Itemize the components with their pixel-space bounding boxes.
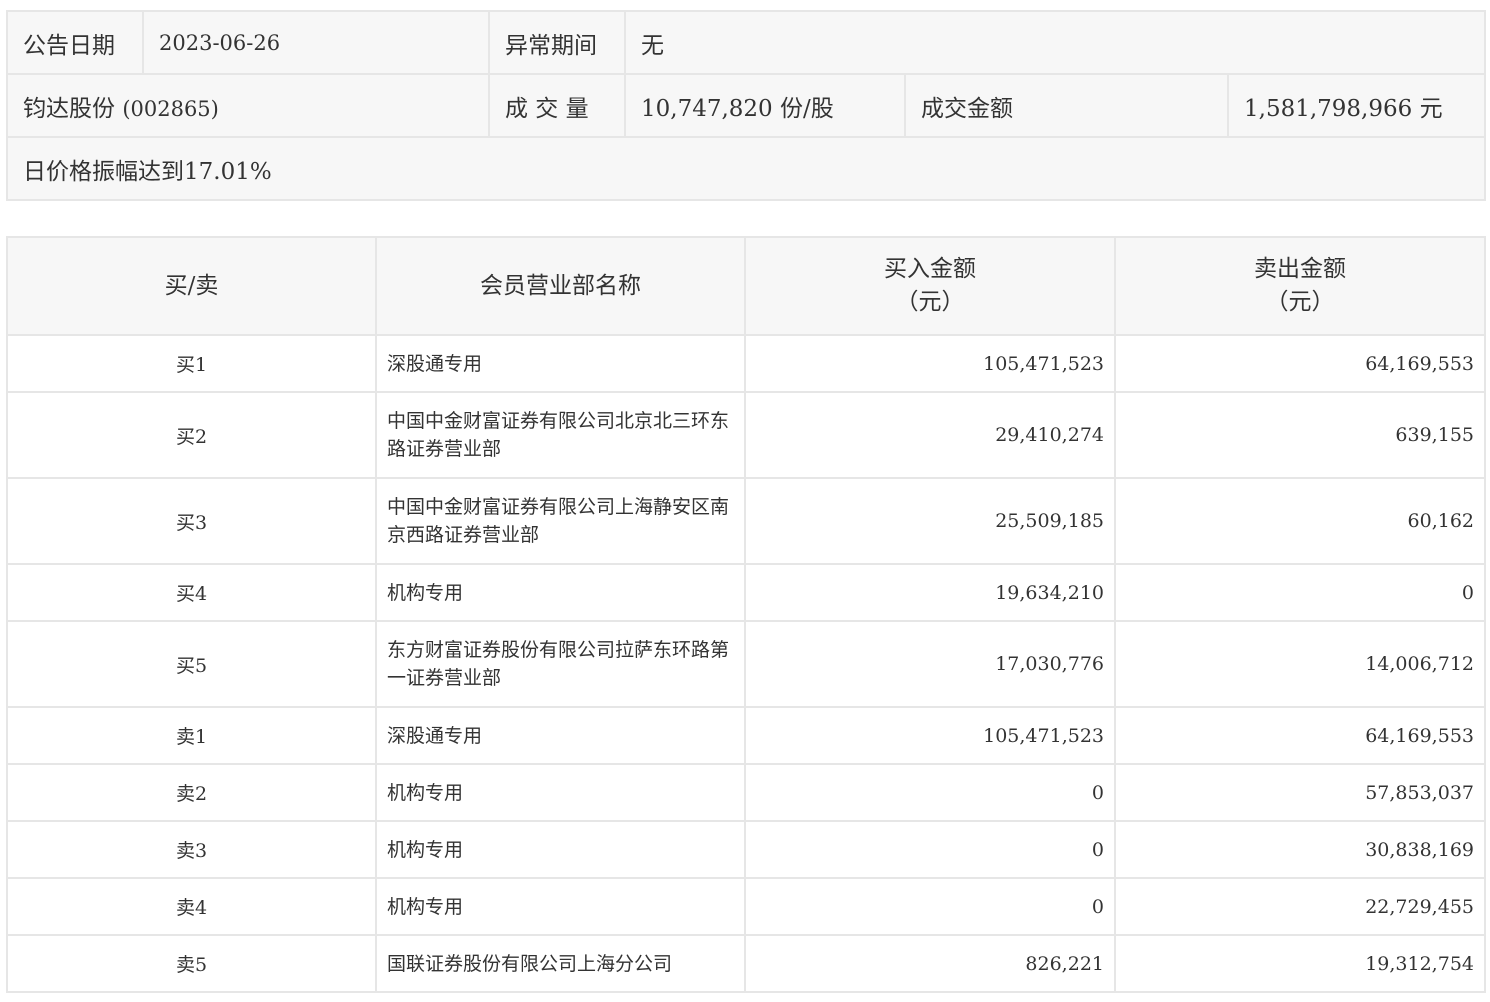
row-side: 卖1	[6, 706, 377, 765]
row-side: 买3	[6, 477, 377, 565]
table-row: 买3 中国中金财富证券有限公司上海静安区南京西路证券营业部 25,509,185…	[6, 477, 1486, 565]
volume-label: 成 交 量	[488, 73, 626, 138]
header-buy-line2: （元）	[895, 289, 965, 315]
header-side: 买/卖	[6, 236, 377, 336]
row-branch: 机构专用	[375, 820, 746, 879]
row-branch: 国联证券股份有限公司上海分公司	[375, 934, 746, 993]
abnormal-period-value: 无	[623, 10, 1487, 75]
table-row: 买4 机构专用 19,634,210 0	[6, 563, 1486, 622]
table-row: 卖5 国联证券股份有限公司上海分公司 826,221 19,312,754	[6, 934, 1486, 993]
stock-code: (002865)	[122, 96, 219, 121]
row-sell: 19,312,754	[1114, 934, 1486, 993]
row-sell: 22,729,455	[1114, 877, 1486, 936]
row-sell: 0	[1114, 563, 1486, 622]
stock-name: 钧达股份	[23, 95, 115, 122]
row-side: 卖5	[6, 934, 377, 993]
reason-text: 日价格振幅达到17.01%	[5, 136, 1487, 201]
row-sell: 14,006,712	[1114, 620, 1486, 708]
row-buy: 105,471,523	[744, 706, 1116, 765]
header-sell-amount: 卖出金额 （元）	[1114, 236, 1486, 336]
abnormal-period-label: 异常期间	[488, 10, 626, 75]
announcement-info-table: 公告日期 2023-06-26 异常期间 无 钧达股份 (002865) 成 交…	[5, 10, 1487, 201]
amount-label: 成交金额	[904, 73, 1229, 138]
row-branch: 东方财富证券股份有限公司拉萨东环路第一证券营业部	[375, 620, 746, 708]
row-branch: 深股通专用	[375, 706, 746, 765]
row-buy: 17,030,776	[744, 620, 1116, 708]
row-branch: 机构专用	[375, 563, 746, 622]
row-buy: 29,410,274	[744, 391, 1116, 479]
row-sell: 30,838,169	[1114, 820, 1486, 879]
table-row: 买2 中国中金财富证券有限公司北京北三环东路证券营业部 29,410,274 6…	[6, 391, 1486, 479]
row-side: 买4	[6, 563, 377, 622]
row-buy: 25,509,185	[744, 477, 1116, 565]
amount-value: 1,581,798,966 元	[1226, 73, 1487, 138]
announcement-date-label: 公告日期	[6, 10, 144, 75]
announcement-date-value: 2023-06-26	[142, 10, 490, 75]
row-branch: 机构专用	[375, 877, 746, 936]
header-sell-line2: （元）	[1265, 289, 1335, 315]
row-side: 买5	[6, 620, 377, 708]
row-sell: 64,169,553	[1114, 334, 1486, 393]
row-sell: 639,155	[1114, 391, 1486, 479]
row-branch: 机构专用	[375, 763, 746, 822]
header-buy-line1: 买入金额	[884, 256, 976, 282]
row-branch: 中国中金财富证券有限公司上海静安区南京西路证券营业部	[375, 477, 746, 565]
table-row: 卖4 机构专用 0 22,729,455	[6, 877, 1486, 936]
row-side: 卖2	[6, 763, 377, 822]
row-branch: 中国中金财富证券有限公司北京北三环东路证券营业部	[375, 391, 746, 479]
row-side: 卖3	[6, 820, 377, 879]
row-buy: 0	[744, 763, 1116, 822]
trade-detail-table: 买/卖 会员营业部名称 买入金额 （元） 卖出金额 （元） 买1 深股通专用 1…	[6, 236, 1486, 993]
row-buy: 826,221	[744, 934, 1116, 993]
row-buy: 0	[744, 820, 1116, 879]
row-branch: 深股通专用	[375, 334, 746, 393]
row-sell: 60,162	[1114, 477, 1486, 565]
table-row: 卖1 深股通专用 105,471,523 64,169,553	[6, 706, 1486, 765]
page: 公告日期 2023-06-26 异常期间 无 钧达股份 (002865) 成 交…	[5, 10, 1487, 993]
row-side: 买2	[6, 391, 377, 479]
row-side: 买1	[6, 334, 377, 393]
row-buy: 19,634,210	[744, 563, 1116, 622]
volume-value: 10,747,820 份/股	[624, 73, 906, 138]
row-buy: 0	[744, 877, 1116, 936]
header-branch: 会员营业部名称	[375, 236, 746, 336]
row-side: 卖4	[6, 877, 377, 936]
table-row: 买5 东方财富证券股份有限公司拉萨东环路第一证券营业部 17,030,776 1…	[6, 620, 1486, 708]
row-buy: 105,471,523	[744, 334, 1116, 393]
stock-cell: 钧达股份 (002865)	[6, 73, 490, 138]
table-row: 买1 深股通专用 105,471,523 64,169,553	[6, 334, 1486, 393]
row-sell: 64,169,553	[1114, 706, 1486, 765]
header-sell-line1: 卖出金额	[1254, 256, 1346, 282]
table-row: 卖2 机构专用 0 57,853,037	[6, 763, 1486, 822]
row-sell: 57,853,037	[1114, 763, 1486, 822]
header-buy-amount: 买入金额 （元）	[744, 236, 1116, 336]
table-row: 卖3 机构专用 0 30,838,169	[6, 820, 1486, 879]
